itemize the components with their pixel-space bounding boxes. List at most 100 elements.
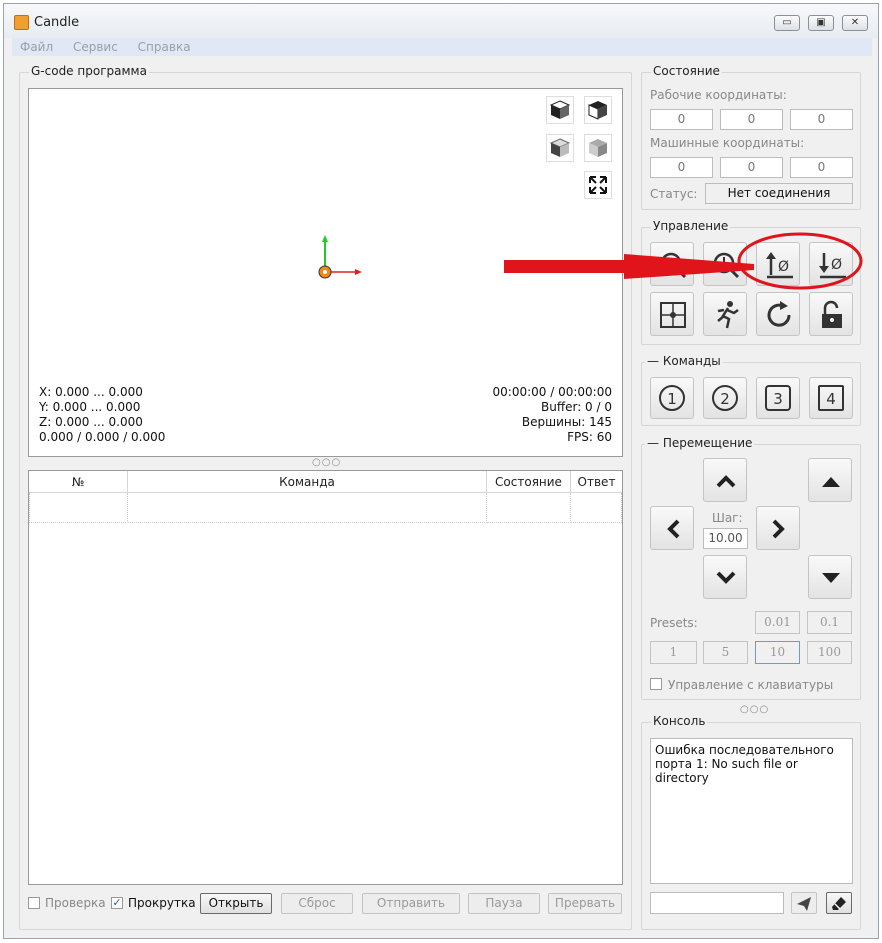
cube-left-icon [549,138,571,157]
square-4-icon: 4 [818,385,844,411]
running-man-icon [717,301,739,329]
fit-view-button[interactable] [584,171,612,199]
preset-1-button[interactable]: 1 [650,641,697,664]
status-value: Нет соединения [705,183,853,204]
commands-group-title: — Команды [645,354,723,368]
unlock-button[interactable] [809,292,853,336]
square-3-icon: 3 [765,385,791,411]
work-z-field: 0 [790,109,853,130]
table-cell[interactable] [29,493,128,523]
user-command-1-button[interactable]: 1 [650,377,694,419]
time-label: 00:00:00 / 00:00:00 [492,385,612,399]
chevron-down-icon [716,571,736,584]
panel-splitter[interactable]: ○○○ [740,704,769,715]
maximize-button[interactable]: ▣ [808,15,834,31]
preset-0.01-button[interactable]: 0.01 [755,611,800,634]
view-iso-button[interactable] [546,96,574,124]
send-plane-icon [797,897,811,911]
triangle-up-icon [822,477,840,487]
vertices-label: Вершины: 145 [521,415,612,429]
step-label: Шаг: [712,511,743,525]
console-output[interactable]: Ошибка последовательного порта 1: No suc… [650,738,853,884]
y-range-label: Y: 0.000 ... 0.000 [39,400,141,414]
check-mode-label: Проверка [45,896,106,910]
column-response[interactable]: Ответ [571,471,622,493]
cube-top-icon [549,100,571,119]
jog-y-minus-button[interactable] [703,555,747,599]
jog-y-plus-button[interactable] [703,458,747,502]
eraser-icon [832,897,846,910]
console-command-input[interactable] [650,892,784,914]
user-command-2-button[interactable]: 2 [703,377,747,419]
keyboard-control-label: Управление с клавиатуры [668,678,834,692]
refresh-icon [767,301,791,327]
autoscroll-checkbox[interactable]: ✓ [111,897,123,909]
collapse-icon[interactable]: — [647,436,659,450]
abort-button[interactable]: Прервать [548,893,622,914]
circle-1-icon: 1 [659,385,685,411]
view-top-button[interactable] [584,96,612,124]
work-y-field: 0 [720,109,783,130]
fullscreen-icon [589,176,607,194]
unlock-icon [822,300,842,328]
presets-label: Presets: [650,616,698,630]
jog-x-plus-button[interactable] [756,506,800,550]
reset-machine-button[interactable] [756,292,800,336]
window-title: Candle [34,15,80,30]
machine-coords-label: Машинные координаты: [650,136,805,150]
table-cell[interactable] [571,493,622,523]
menu-help[interactable]: Справка [138,38,191,56]
user-command-4-button[interactable]: 4 [809,377,853,419]
keyboard-control-checkbox[interactable] [650,678,662,690]
annotation-arrow [504,232,863,290]
fps-label: FPS: 60 [567,430,612,444]
x-range-label: X: 0.000 ... 0.000 [39,385,143,399]
chevron-right-icon [772,519,785,539]
collapse-icon[interactable]: — [647,354,659,368]
pause-button[interactable]: Пауза [468,893,540,914]
jog-x-minus-button[interactable] [650,506,694,550]
jog-z-plus-button[interactable] [808,458,852,502]
viewport-splitter[interactable]: ○○○ [312,457,341,468]
home-button[interactable] [703,292,747,336]
work-x-field: 0 [650,109,713,130]
preset-10-button[interactable]: 10 [755,641,800,664]
table-cell[interactable] [487,493,571,523]
menu-file[interactable]: Файл [20,38,53,56]
menu-service[interactable]: Сервис [73,38,118,56]
check-mode-checkbox[interactable] [28,897,40,909]
send-button[interactable]: Отправить [362,893,460,914]
open-button[interactable]: Открыть [200,893,272,914]
reset-button[interactable]: Сброс [281,893,353,914]
column-command[interactable]: Команда [128,471,487,493]
view-left-button[interactable] [584,134,612,162]
jog-z-minus-button[interactable] [808,555,852,599]
step-input[interactable]: 10.00 [703,528,748,549]
console-group-title: Консоль [651,714,708,728]
autoscroll-label: Прокрутка [128,896,196,910]
gcode-table[interactable]: № Команда Состояние Ответ [28,470,623,885]
work-coords-label: Рабочие координаты: [650,88,787,102]
app-flame-icon [14,15,29,30]
state-group-title: Состояние [651,64,722,78]
machine-x-field: 0 [650,157,713,178]
column-number[interactable]: № [29,471,128,493]
crosshair-icon [660,302,686,328]
size-label: 0.000 / 0.000 / 0.000 [39,430,166,444]
preset-100-button[interactable]: 100 [807,641,852,664]
console-clear-button[interactable] [826,892,852,914]
preset-0.1-button[interactable]: 0.1 [807,611,852,634]
origin-button[interactable] [650,292,694,336]
machine-y-field: 0 [720,157,783,178]
chevron-left-icon [667,519,680,539]
close-button[interactable]: ✕ [842,15,868,31]
console-send-button[interactable] [791,892,817,914]
gcode-group-title: G-code программа [29,64,149,78]
menu-bar: Файл Сервис Справка [12,38,872,56]
user-command-3-button[interactable]: 3 [756,377,800,419]
table-cell[interactable] [128,493,487,523]
view-front-button[interactable] [546,134,574,162]
preset-5-button[interactable]: 5 [703,641,748,664]
minimize-button[interactable]: ▭ [774,15,800,31]
column-state[interactable]: Состояние [487,471,571,493]
